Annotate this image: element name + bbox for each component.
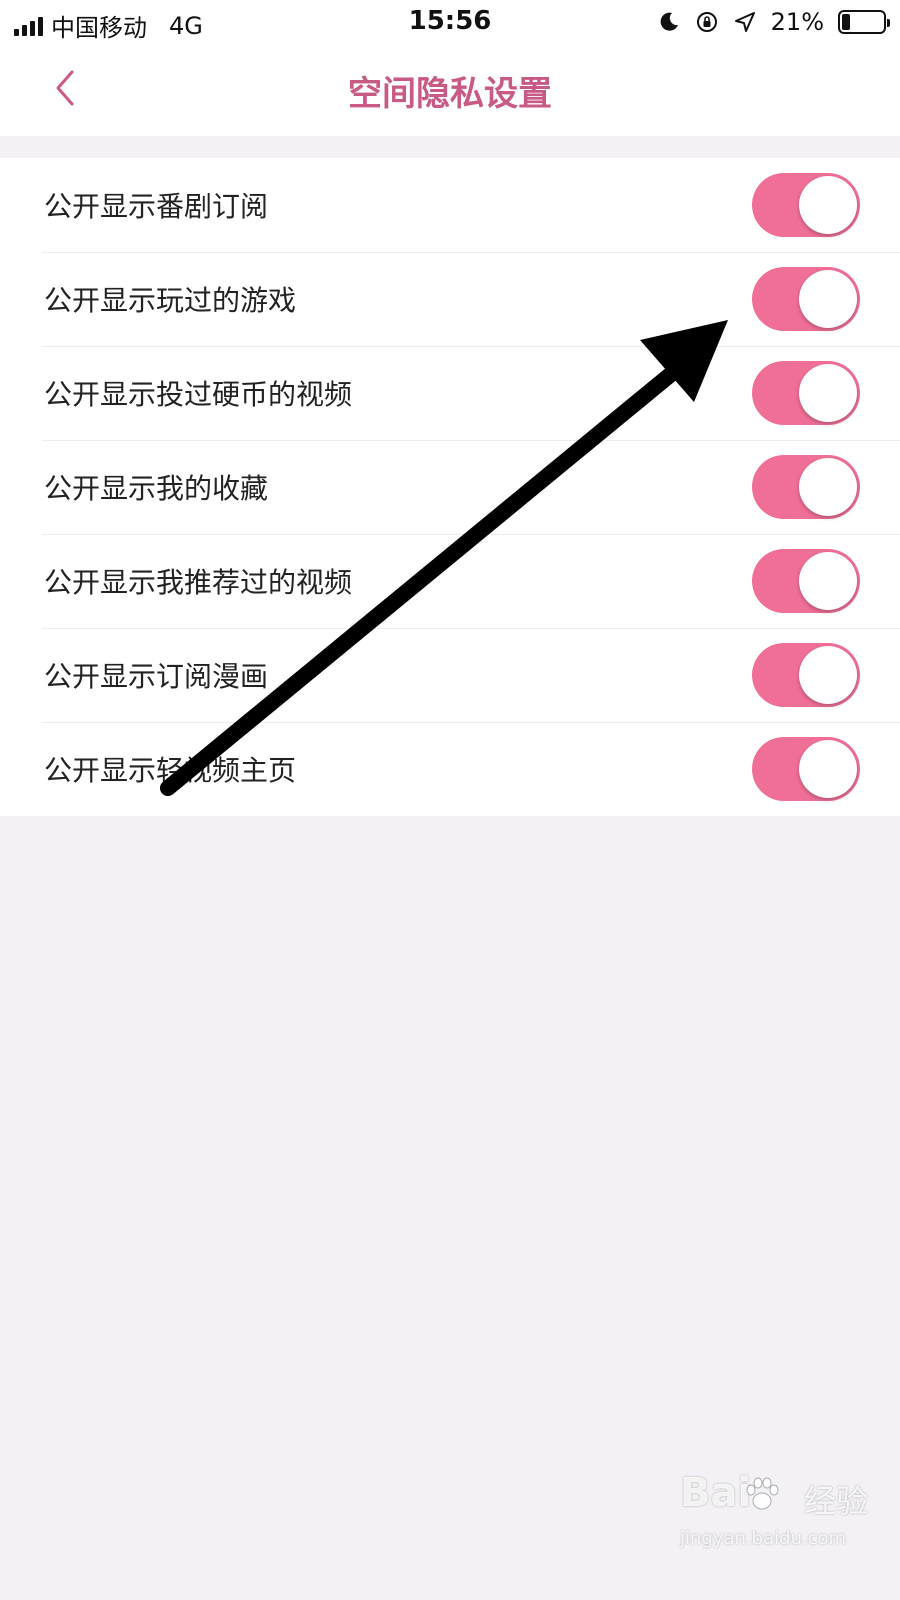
setting-row: 公开显示订阅漫画 <box>0 628 900 722</box>
setting-label: 公开显示订阅漫画 <box>44 660 269 693</box>
toggle-switch[interactable] <box>752 173 860 237</box>
setting-label: 公开显示投过硬币的视频 <box>44 378 353 411</box>
paw-icon <box>746 1477 779 1510</box>
setting-row: 公开显示玩过的游戏 <box>0 252 900 346</box>
toggle-switch[interactable] <box>752 643 860 707</box>
toggle-knob <box>799 458 857 516</box>
setting-row: 公开显示番剧订阅 <box>0 158 900 252</box>
toggle-knob <box>799 552 857 610</box>
watermark-brand: Bai <box>680 1470 752 1516</box>
toggle-knob <box>799 646 857 704</box>
status-right: 21% <box>657 8 890 36</box>
toggle-knob <box>799 176 857 234</box>
toggle-switch[interactable] <box>752 361 860 425</box>
privacy-settings-list: 公开显示番剧订阅 公开显示玩过的游戏 公开显示投过硬币的视频 公开显示我的收藏 公开显示… <box>0 158 900 816</box>
setting-label: 公开显示我推荐过的视频 <box>44 566 353 599</box>
toggle-switch[interactable] <box>752 455 860 519</box>
setting-label: 公开显示我的收藏 <box>44 472 269 505</box>
navigation-bar: 空间隐私设置 <box>0 44 900 136</box>
watermark-url: jingyan.baidu.com <box>680 1528 847 1549</box>
location-icon <box>734 12 755 32</box>
toggle-switch[interactable] <box>752 737 860 801</box>
setting-row: 公开显示轻视频主页 <box>0 722 900 816</box>
toggle-knob <box>799 740 857 798</box>
toggle-switch[interactable] <box>752 549 860 613</box>
battery-percent: 21% <box>770 8 824 36</box>
setting-row: 公开显示我推荐过的视频 <box>0 534 900 628</box>
moon-icon <box>660 12 678 31</box>
setting-row: 公开显示投过硬币的视频 <box>0 346 900 440</box>
setting-row: 公开显示我的收藏 <box>0 440 900 534</box>
toggle-switch[interactable] <box>752 267 860 331</box>
toggle-knob <box>799 364 857 422</box>
watermark: Bai 经验 jingyan.baidu.com <box>680 1470 880 1570</box>
rotation-lock-icon <box>696 12 717 32</box>
setting-label: 公开显示玩过的游戏 <box>44 284 297 317</box>
toggle-knob <box>799 270 857 328</box>
battery-icon <box>838 10 890 34</box>
page-title: 空间隐私设置 <box>348 74 552 114</box>
setting-label: 公开显示番剧订阅 <box>44 190 269 223</box>
battery-fill <box>842 14 850 30</box>
setting-label: 公开显示轻视频主页 <box>44 754 297 787</box>
status-bar: 中国移动 4G 15:56 21% <box>0 0 900 44</box>
watermark-jingyan: 经验 <box>804 1482 869 1520</box>
